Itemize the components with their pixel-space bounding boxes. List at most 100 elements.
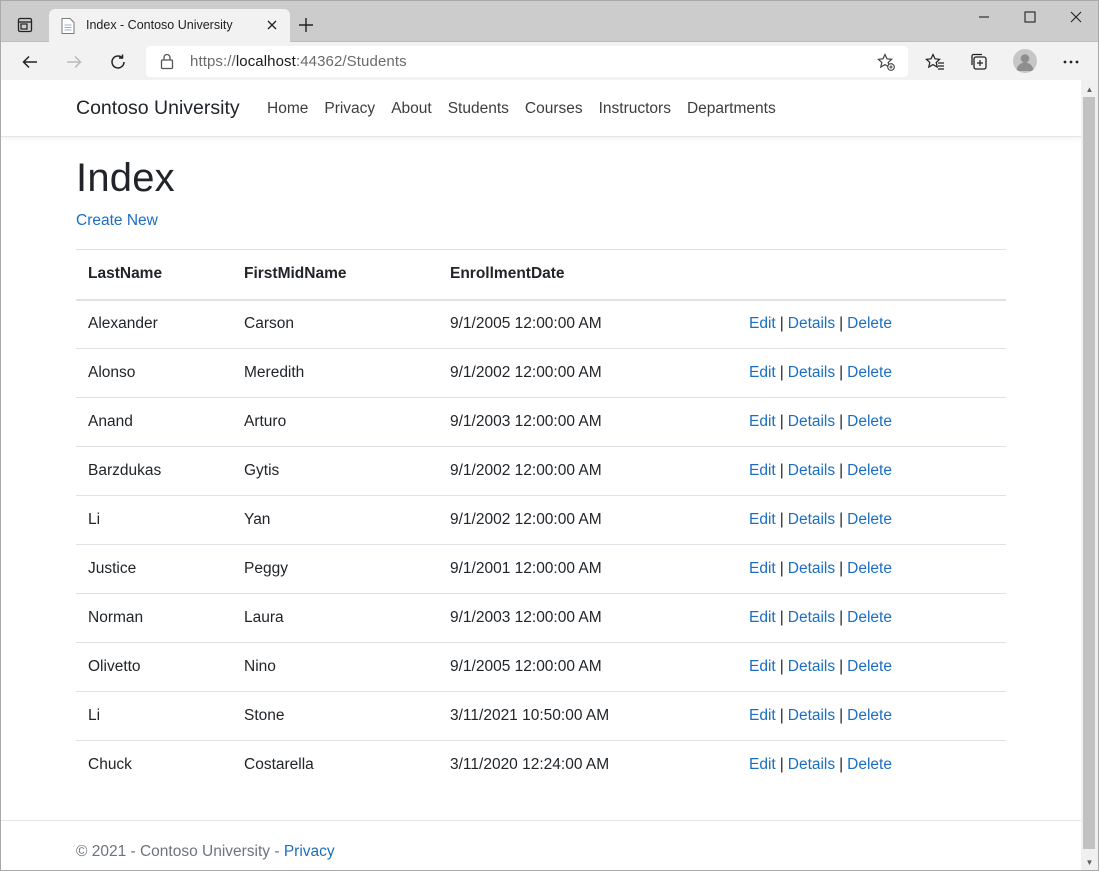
details-link[interactable]: Details bbox=[788, 609, 835, 626]
delete-link[interactable]: Delete bbox=[847, 756, 892, 773]
delete-link[interactable]: Delete bbox=[847, 364, 892, 381]
edit-link[interactable]: Edit bbox=[749, 756, 776, 773]
address-bar[interactable]: https://localhost:44362/Students bbox=[146, 46, 908, 77]
details-link[interactable]: Details bbox=[788, 511, 835, 528]
favorites-icon[interactable] bbox=[923, 50, 947, 74]
nav-privacy[interactable]: Privacy bbox=[324, 100, 375, 118]
close-window-icon[interactable] bbox=[1053, 6, 1099, 28]
forward-icon[interactable] bbox=[62, 50, 86, 74]
edit-link[interactable]: Edit bbox=[749, 707, 776, 724]
delete-link[interactable]: Delete bbox=[847, 315, 892, 332]
back-icon[interactable] bbox=[18, 50, 42, 74]
nav-departments[interactable]: Departments bbox=[687, 100, 776, 118]
cell-enrollmentdate: 9/1/2003 12:00:00 AM bbox=[438, 593, 737, 643]
scroll-thumb[interactable] bbox=[1083, 97, 1095, 849]
action-separator: | bbox=[779, 609, 784, 626]
details-link[interactable]: Details bbox=[788, 413, 835, 430]
profile-avatar[interactable] bbox=[1013, 49, 1037, 73]
action-separator: | bbox=[779, 413, 784, 430]
browser-chrome: Index - Contoso University https://local… bbox=[0, 0, 1099, 81]
page-viewport: Contoso University Home Privacy About St… bbox=[0, 80, 1099, 871]
cell-lastname: Li bbox=[76, 495, 232, 545]
action-separator: | bbox=[779, 462, 784, 479]
add-favorite-icon[interactable] bbox=[876, 52, 896, 72]
cell-actions: Edit | Details | Delete bbox=[737, 593, 1006, 643]
cell-actions: Edit | Details | Delete bbox=[737, 397, 1006, 447]
url-text[interactable]: https://localhost:44362/Students bbox=[190, 53, 407, 70]
action-separator: | bbox=[839, 658, 844, 675]
cell-enrollmentdate: 9/1/2002 12:00:00 AM bbox=[438, 495, 737, 545]
table-row: Chuck Costarella 3/11/2020 12:24:00 AM Edit… bbox=[76, 741, 1006, 790]
delete-link[interactable]: Delete bbox=[847, 511, 892, 528]
footer-privacy-link[interactable]: Privacy bbox=[284, 843, 335, 860]
details-link[interactable]: Details bbox=[788, 658, 835, 675]
vertical-scrollbar[interactable]: ▲ ▼ bbox=[1081, 80, 1098, 870]
cell-enrollmentdate: 9/1/2005 12:00:00 AM bbox=[438, 299, 737, 349]
maximize-icon[interactable] bbox=[1007, 6, 1053, 28]
action-separator: | bbox=[839, 413, 844, 430]
cell-firstmidname: Gytis bbox=[232, 446, 438, 496]
cell-firstmidname: Costarella bbox=[244, 756, 314, 774]
cell-lastname: Chuck bbox=[88, 756, 132, 774]
header-enrollmentdate: EnrollmentDate bbox=[438, 249, 737, 301]
cell-lastname: Alexander bbox=[76, 299, 232, 349]
minimize-icon[interactable] bbox=[961, 6, 1007, 28]
edit-link[interactable]: Edit bbox=[749, 413, 776, 430]
action-separator: | bbox=[839, 364, 844, 381]
edit-link[interactable]: Edit bbox=[749, 511, 776, 528]
details-link[interactable]: Details bbox=[788, 707, 835, 724]
more-menu-icon[interactable] bbox=[1059, 50, 1083, 74]
browser-tab-active[interactable]: Index - Contoso University bbox=[49, 9, 290, 42]
tab-actions-icon[interactable] bbox=[13, 13, 37, 37]
edit-link[interactable]: Edit bbox=[749, 462, 776, 479]
action-separator: | bbox=[779, 364, 784, 381]
edit-link[interactable]: Edit bbox=[749, 364, 776, 381]
edit-link[interactable]: Edit bbox=[749, 658, 776, 675]
page-title: Index bbox=[76, 156, 175, 200]
students-table: LastName FirstMidName EnrollmentDate Ale… bbox=[76, 249, 1006, 790]
details-link[interactable]: Details bbox=[788, 462, 835, 479]
header-firstmidname: FirstMidName bbox=[232, 249, 438, 301]
cell-enrollmentdate: 9/1/2001 12:00:00 AM bbox=[438, 544, 737, 594]
new-tab-icon[interactable] bbox=[295, 14, 317, 36]
details-link[interactable]: Details bbox=[788, 560, 835, 577]
cell-enrollmentdate: 9/1/2002 12:00:00 AM bbox=[438, 348, 737, 398]
action-separator: | bbox=[779, 315, 784, 333]
collections-icon[interactable] bbox=[967, 50, 991, 74]
table-row: Anand Arturo 9/1/2003 12:00:00 AM Edit | Deta… bbox=[76, 397, 1006, 447]
refresh-icon[interactable] bbox=[106, 50, 130, 74]
delete-link[interactable]: Delete bbox=[847, 413, 892, 430]
table-row: Alexander Carson 9/1/2005 12:00:00 AM Edit |… bbox=[76, 299, 1006, 349]
details-link[interactable]: Details bbox=[788, 364, 835, 381]
nav-home[interactable]: Home bbox=[267, 100, 308, 118]
scroll-up-arrow-icon[interactable]: ▲ bbox=[1081, 82, 1098, 96]
details-link[interactable]: Details bbox=[788, 756, 835, 773]
edit-link[interactable]: Edit bbox=[749, 609, 776, 626]
edit-link[interactable]: Edit bbox=[749, 560, 776, 577]
nav-instructors[interactable]: Instructors bbox=[599, 100, 671, 118]
cell-firstmidname: Laura bbox=[232, 593, 438, 643]
create-new-link[interactable]: Create New bbox=[76, 212, 158, 230]
nav-about[interactable]: About bbox=[391, 100, 432, 118]
nav-students[interactable]: Students bbox=[448, 100, 509, 118]
table-row: Barzdukas Gytis 9/1/2002 12:00:00 AM Edit | D… bbox=[76, 446, 1006, 496]
delete-link[interactable]: Delete bbox=[847, 707, 892, 724]
url-host: localhost bbox=[235, 53, 296, 70]
delete-link[interactable]: Delete bbox=[847, 462, 892, 479]
cell-actions: Edit | Details | Delete bbox=[737, 348, 1006, 398]
site-brand-link[interactable]: Contoso University bbox=[76, 97, 240, 120]
cell-actions: Edit | Details | Delete bbox=[737, 741, 1006, 790]
tab-close-icon[interactable] bbox=[264, 17, 280, 33]
lock-icon[interactable] bbox=[160, 53, 176, 70]
delete-link[interactable]: Delete bbox=[847, 560, 892, 577]
nav-courses[interactable]: Courses bbox=[525, 100, 583, 118]
action-separator: | bbox=[779, 511, 784, 528]
table-row: Alonso Meredith 9/1/2002 12:00:00 AM Edit | D… bbox=[76, 348, 1006, 398]
details-link[interactable]: Details bbox=[788, 315, 835, 332]
delete-link[interactable]: Delete bbox=[847, 658, 892, 675]
edit-link[interactable]: Edit bbox=[749, 315, 776, 332]
delete-link[interactable]: Delete bbox=[847, 609, 892, 626]
scroll-down-arrow-icon[interactable]: ▼ bbox=[1081, 855, 1098, 869]
cell-actions: Edit | Details | Delete bbox=[737, 544, 1006, 594]
cell-firstmidname: Peggy bbox=[232, 544, 438, 594]
